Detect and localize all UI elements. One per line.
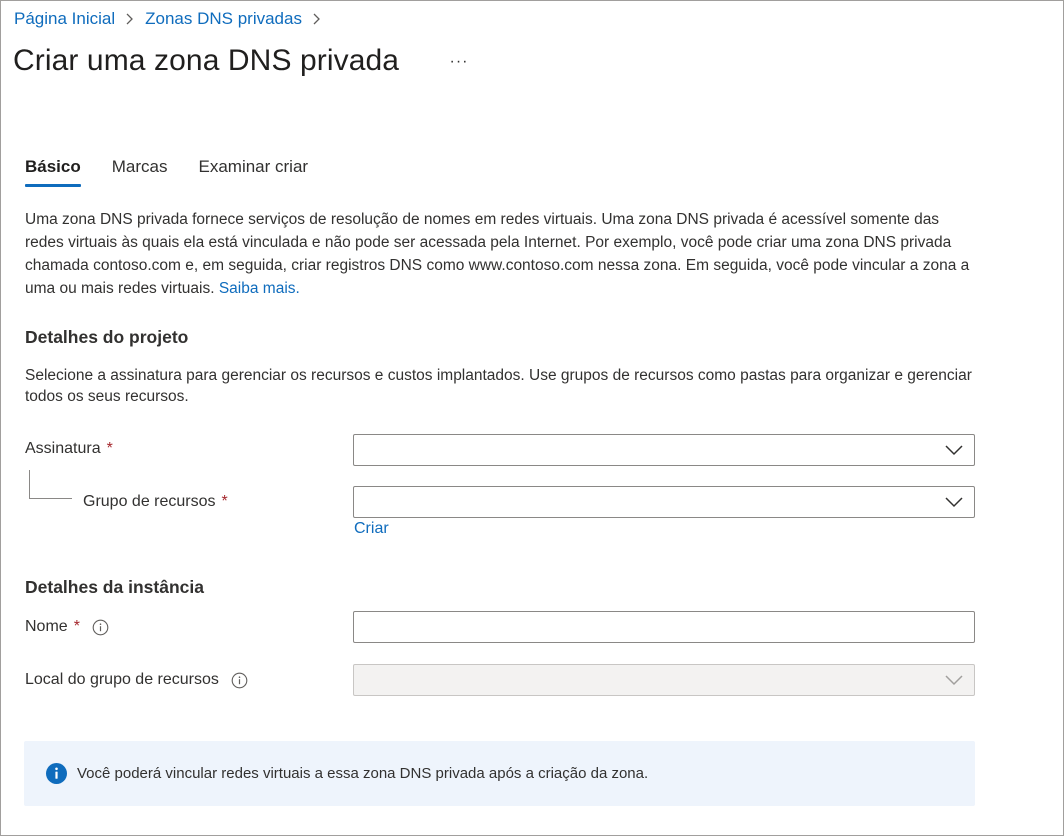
chevron-down-icon bbox=[945, 497, 963, 508]
project-details-heading: Detalhes do projeto bbox=[25, 327, 189, 347]
tab-bar: Básico Marcas Examinar criar bbox=[25, 157, 339, 187]
name-label-text: Nome bbox=[25, 618, 68, 635]
info-icon[interactable] bbox=[92, 619, 109, 636]
intro-text: Uma zona DNS privada fornece serviços de… bbox=[25, 211, 970, 297]
page-title: Criar uma zona DNS privada bbox=[13, 44, 400, 77]
breadcrumb: Página Inicial Zonas DNS privadas bbox=[14, 9, 332, 29]
tab-review-create[interactable]: Examinar criar bbox=[198, 157, 308, 187]
resource-group-label: Grupo de recursos * bbox=[83, 493, 228, 511]
chevron-down-icon bbox=[945, 445, 963, 456]
location-dropdown bbox=[353, 664, 975, 696]
required-indicator: * bbox=[73, 618, 80, 635]
tab-basics[interactable]: Básico bbox=[25, 157, 81, 187]
learn-more-link[interactable]: Saiba mais. bbox=[219, 280, 300, 297]
resource-group-label-text: Grupo de recursos bbox=[83, 493, 216, 510]
resource-group-dropdown[interactable] bbox=[353, 486, 975, 518]
name-label: Nome * bbox=[25, 618, 109, 636]
subscription-label: Assinatura * bbox=[25, 440, 113, 458]
info-filled-icon bbox=[46, 763, 67, 784]
subscription-label-text: Assinatura bbox=[25, 440, 101, 457]
info-message-bar: Você poderá vincular redes virtuais a es… bbox=[24, 741, 975, 806]
name-input[interactable] bbox=[353, 611, 975, 643]
more-options-button[interactable]: ··· bbox=[448, 51, 470, 73]
breadcrumb-home-link[interactable]: Página Inicial bbox=[14, 9, 115, 29]
location-label: Local do grupo de recursos bbox=[25, 671, 248, 689]
location-label-text: Local do grupo de recursos bbox=[25, 671, 219, 688]
create-resource-group-link[interactable]: Criar bbox=[354, 520, 389, 538]
subscription-dropdown[interactable] bbox=[353, 434, 975, 466]
info-message-text: Você poderá vincular redes virtuais a es… bbox=[77, 765, 649, 782]
hierarchy-connector bbox=[29, 470, 72, 499]
instance-details-heading: Detalhes da instância bbox=[25, 577, 204, 597]
page-frame bbox=[0, 0, 1064, 836]
tab-tags[interactable]: Marcas bbox=[112, 157, 168, 187]
breadcrumb-private-dns-zones-link[interactable]: Zonas DNS privadas bbox=[145, 9, 302, 29]
chevron-down-icon bbox=[945, 675, 963, 686]
required-indicator: * bbox=[221, 493, 228, 510]
chevron-right-icon bbox=[115, 13, 145, 25]
intro-description: Uma zona DNS privada fornece serviços de… bbox=[25, 208, 980, 300]
chevron-right-icon bbox=[302, 13, 332, 25]
info-icon[interactable] bbox=[231, 672, 248, 689]
required-indicator: * bbox=[106, 440, 113, 457]
project-details-description: Selecione a assinatura para gerenciar os… bbox=[25, 367, 972, 405]
